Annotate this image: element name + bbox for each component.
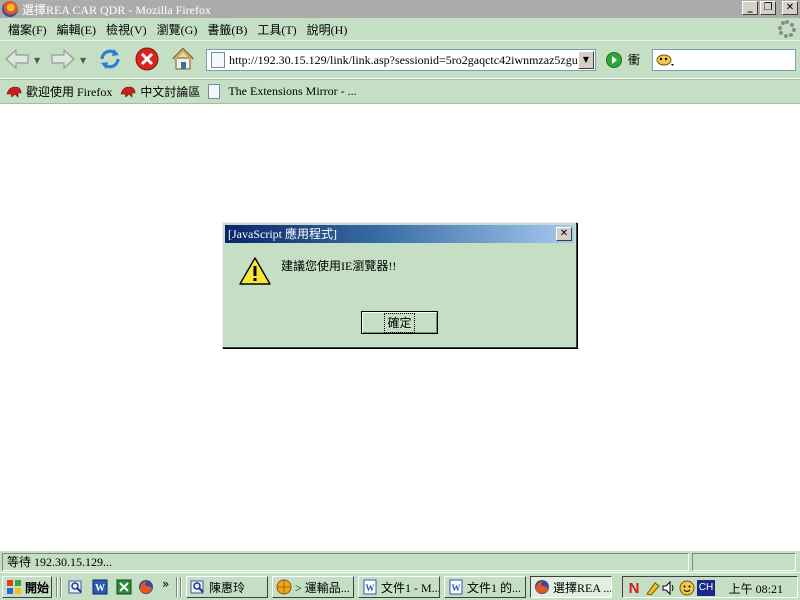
javascript-alert-dialog: [JavaScript 應用程式] ✕ 建議您使用IE瀏覽器!! 確定 (222, 222, 577, 348)
bookmarks-toolbar: 歡迎使用 Firefox 中文討論區 The Extensions Mirror… (0, 79, 800, 104)
menu-bookmarks[interactable]: 書籤(B) (205, 21, 255, 38)
quicklaunch-more-button[interactable]: » (162, 577, 169, 591)
warning-icon (239, 257, 271, 285)
back-arrow-icon (5, 48, 29, 70)
taskbar: 開始 W » 陳惠玲 > 運輸品... W 文件1 - M... W 文件1 的… (0, 572, 800, 600)
status-bar: 等待 192.30.15.129... (0, 550, 800, 572)
menu-edit[interactable]: 編輯(E) (55, 21, 104, 38)
bookmark-red-creature-icon (120, 86, 136, 98)
url-bar[interactable]: ▼ (206, 49, 596, 71)
input-language-indicator[interactable]: CH (697, 580, 715, 596)
globe-icon (276, 579, 292, 595)
bookmark-label: 歡迎使用 Firefox (26, 85, 113, 99)
task-label: 文件1 的... (467, 580, 522, 595)
menu-bar: 檔案(F) 編輯(E) 檢視(V) 瀏覽(G) 書籤(B) 工具(T) 說明(H… (0, 18, 800, 40)
search-icon (190, 580, 204, 594)
search-icon[interactable] (68, 579, 84, 595)
menu-go[interactable]: 瀏覽(G) (155, 21, 206, 38)
menu-tools[interactable]: 工具(T) (255, 21, 304, 38)
excel-icon[interactable] (116, 579, 132, 595)
page-icon (208, 84, 221, 99)
window-title: 選擇REA CAR QDR - Mozilla Firefox (22, 2, 211, 17)
firefox-icon[interactable] (138, 579, 154, 595)
bookmark-welcome-firefox[interactable]: 歡迎使用 Firefox (6, 83, 112, 100)
dialog-title[interactable]: [JavaScript 應用程式] (225, 225, 574, 243)
ok-label: 確定 (384, 313, 415, 333)
dialog-close-button[interactable]: ✕ (556, 227, 572, 241)
url-input[interactable] (229, 52, 581, 68)
svg-text:W: W (452, 583, 461, 593)
pen-tray-icon[interactable] (645, 580, 661, 596)
windows-logo-icon (7, 580, 21, 594)
system-tray: N CH 上午 08:21 (622, 576, 798, 598)
task-label: > 運輸品... (295, 580, 350, 595)
firefox-icon (535, 580, 549, 594)
bookmark-extensions-mirror[interactable]: The Extensions Mirror - ... (208, 84, 357, 99)
maximize-button[interactable]: ❐ (760, 1, 776, 15)
svg-text:N: N (629, 580, 640, 595)
page-icon (211, 52, 225, 68)
word-document-icon: W (449, 579, 463, 595)
ok-button[interactable]: 確定 (361, 311, 438, 334)
clock[interactable]: 上午 08:21 (729, 580, 783, 597)
stop-button[interactable] (134, 46, 160, 72)
home-icon (172, 47, 194, 70)
task-button-5[interactable]: 選擇REA ... (530, 576, 612, 598)
close-button[interactable]: ✕ (782, 1, 798, 15)
smiley-tray-icon[interactable] (679, 580, 695, 596)
bookmark-label: 中文討論區 (140, 85, 201, 99)
volume-icon[interactable] (661, 580, 677, 596)
svg-text:W: W (366, 583, 375, 593)
start-button[interactable]: 開始 (2, 576, 52, 598)
task-button-2[interactable]: > 運輸品... (272, 576, 354, 598)
go-arrow-icon (606, 51, 622, 68)
bookmark-red-creature-icon (6, 86, 22, 98)
reload-button[interactable] (97, 46, 123, 72)
forward-dropdown-icon[interactable]: ▼ (80, 56, 86, 65)
word-icon[interactable]: W (92, 579, 108, 595)
bookmark-label: The Extensions Mirror - ... (228, 84, 357, 98)
task-label: 陳惠玲 (209, 580, 246, 595)
forward-button[interactable] (50, 46, 76, 72)
forward-arrow-icon (51, 48, 75, 70)
svg-text:W: W (95, 583, 105, 594)
menu-view[interactable]: 檢視(V) (104, 21, 155, 38)
stop-icon (135, 47, 159, 71)
back-button[interactable] (4, 46, 30, 72)
task-button-1[interactable]: 陳惠玲 (186, 576, 268, 598)
task-label: 選擇REA ... (553, 580, 612, 595)
dialog-message: 建議您使用IE瀏覽器!! (281, 259, 397, 273)
task-button-3[interactable]: W 文件1 - M... (358, 576, 440, 598)
status-panel (692, 553, 796, 571)
norton-icon[interactable]: N (627, 579, 641, 595)
bookmark-chinese-forum[interactable]: 中文討論區 (120, 83, 200, 100)
url-dropdown-button[interactable]: ▼ (578, 51, 594, 69)
task-button-4[interactable]: W 文件1 的... (444, 576, 526, 598)
task-label: 文件1 - M... (381, 580, 440, 595)
go-button[interactable]: 衝 (606, 51, 640, 68)
go-label: 衝 (628, 53, 641, 67)
reload-icon (100, 49, 120, 69)
search-box[interactable] (652, 49, 796, 71)
menu-file[interactable]: 檔案(F) (6, 21, 55, 38)
status-text: 等待 192.30.15.129... (2, 553, 689, 571)
throbber-icon (778, 20, 796, 38)
minimize-button[interactable]: _ (742, 1, 758, 15)
window-titlebar[interactable]: 選擇REA CAR QDR - Mozilla Firefox _ ❐ ✕ (0, 0, 800, 18)
menu-help[interactable]: 說明(H) (305, 21, 356, 38)
firefox-logo-icon (2, 1, 18, 17)
back-dropdown-icon[interactable]: ▼ (34, 56, 40, 65)
search-engine-icon (656, 54, 674, 66)
word-document-icon: W (363, 579, 377, 595)
home-button[interactable] (170, 46, 196, 72)
start-label: 開始 (25, 580, 50, 595)
